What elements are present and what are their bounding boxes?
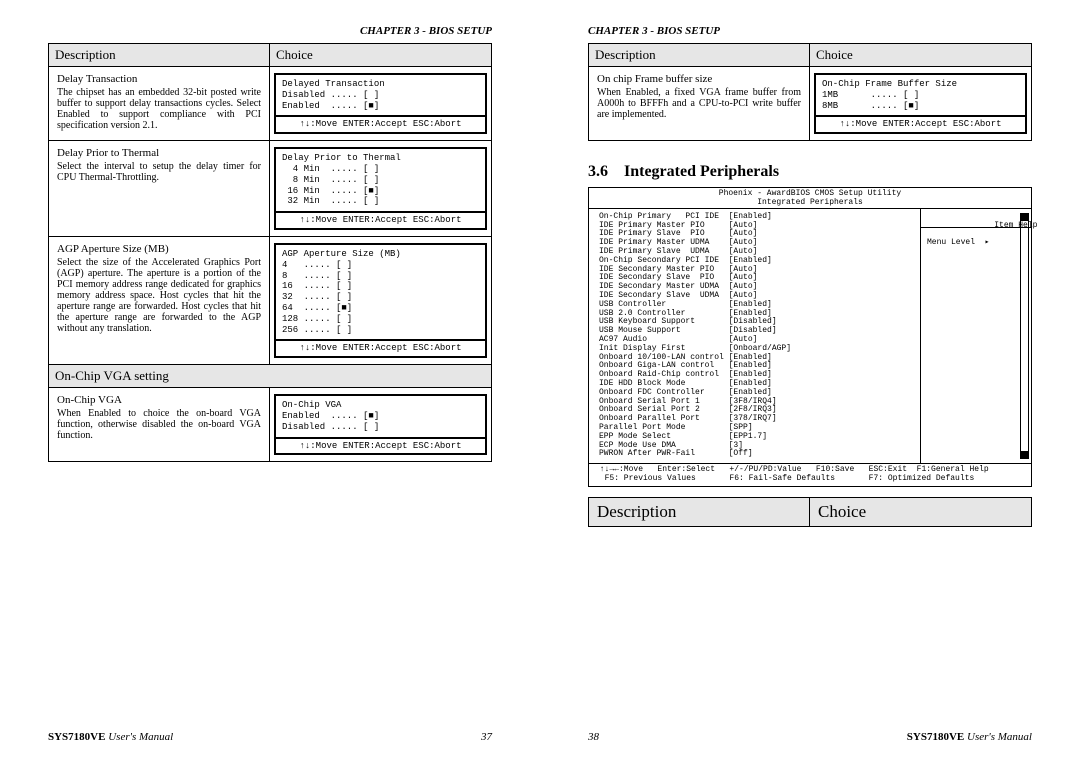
row-title: Delay Transaction bbox=[57, 73, 261, 85]
cmos-setup-screen: Phoenix - AwardBIOS CMOS Setup Utility I… bbox=[588, 187, 1032, 487]
bios-footer: ↑↓:Move ENTER:Accept ESC:Abort bbox=[816, 115, 1025, 132]
bios-footer: ↑↓:Move ENTER:Accept ESC:Abort bbox=[276, 115, 485, 132]
bios-box-delay-transaction: Delayed Transaction Disabled ..... [ ] E… bbox=[274, 73, 487, 134]
chapter-header: CHAPTER 3 - BIOS SETUP bbox=[48, 25, 492, 37]
col-choice: Choice bbox=[810, 498, 1031, 526]
row-body: Select the size of the Accelerated Graph… bbox=[57, 257, 261, 334]
row-body: When Enabled to choice the on-board VGA … bbox=[57, 408, 261, 441]
cmos-key-legend: ↑↓→←:Move Enter:Select +/-/PU/PD:Value F… bbox=[589, 463, 1031, 486]
col-choice: Choice bbox=[810, 44, 1031, 66]
cmos-help-pane: Item Help Menu Level ▸ bbox=[921, 209, 1031, 463]
row-title: On-Chip VGA bbox=[57, 394, 261, 406]
page-number: 37 bbox=[481, 731, 492, 743]
row-body: The chipset has an embedded 32-bit poste… bbox=[57, 87, 261, 131]
col-description: Description bbox=[589, 498, 810, 526]
big-table-header: Description Choice bbox=[588, 497, 1032, 527]
row-title: On chip Frame buffer size bbox=[597, 73, 801, 85]
row-delay-prior-thermal: Delay Prior to Thermal Select the interv… bbox=[48, 141, 492, 237]
page-number: 38 bbox=[588, 731, 599, 743]
page-content: Description Choice Delay Transaction The… bbox=[48, 43, 492, 731]
row-delay-transaction: Delay Transaction The chipset has an emb… bbox=[48, 67, 492, 141]
chapter-header: CHAPTER 3 - BIOS SETUP bbox=[588, 25, 1032, 37]
bios-box-onchip-vga: On-Chip VGA Enabled ..... [■] Disabled .… bbox=[274, 394, 487, 455]
row-body: When Enabled, a fixed VGA frame buffer f… bbox=[597, 87, 801, 120]
row-title: AGP Aperture Size (MB) bbox=[57, 243, 261, 255]
bios-box-frame-buffer: On-Chip Frame Buffer Size 1MB ..... [ ] … bbox=[814, 73, 1027, 134]
col-choice: Choice bbox=[270, 44, 491, 66]
scrollbar-icon bbox=[1020, 213, 1029, 459]
page-footer: SYS7180VE User's Manual 37 bbox=[48, 731, 492, 743]
bios-footer: ↑↓:Move ENTER:Accept ESC:Abort bbox=[276, 437, 485, 454]
table-header: Description Choice bbox=[48, 43, 492, 67]
page-38: CHAPTER 3 - BIOS SETUP Description Choic… bbox=[540, 0, 1080, 763]
col-description: Description bbox=[49, 44, 270, 66]
table-header: Description Choice bbox=[588, 43, 1032, 67]
bios-box-agp-aperture: AGP Aperture Size (MB) 4 ..... [ ] 8 ...… bbox=[274, 243, 487, 358]
row-body: Select the interval to setup the delay t… bbox=[57, 161, 261, 183]
col-description: Description bbox=[589, 44, 810, 66]
page-footer: 38 SYS7180VE User's Manual bbox=[588, 731, 1032, 743]
cmos-settings-list: On-Chip Primary PCI IDE [Enabled] IDE Pr… bbox=[589, 209, 921, 463]
page-content: Description Choice On chip Frame buffer … bbox=[588, 43, 1032, 731]
section-3-6-title: 3.6Integrated Peripherals bbox=[588, 163, 1032, 181]
manual-name: SYS7180VE User's Manual bbox=[48, 731, 173, 743]
cmos-title: Phoenix - AwardBIOS CMOS Setup Utility I… bbox=[589, 188, 1031, 208]
bios-box-delay-thermal: Delay Prior to Thermal 4 Min ..... [ ] 8… bbox=[274, 147, 487, 230]
row-title: Delay Prior to Thermal bbox=[57, 147, 261, 159]
row-agp-aperture: AGP Aperture Size (MB) Select the size o… bbox=[48, 237, 492, 365]
bios-footer: ↑↓:Move ENTER:Accept ESC:Abort bbox=[276, 339, 485, 356]
page-37: CHAPTER 3 - BIOS SETUP Description Choic… bbox=[0, 0, 540, 763]
row-onchip-vga: On-Chip VGA When Enabled to choice the o… bbox=[48, 388, 492, 462]
bios-footer: ↑↓:Move ENTER:Accept ESC:Abort bbox=[276, 211, 485, 228]
subheader-onchip-vga: On-Chip VGA setting bbox=[48, 365, 492, 388]
manual-name: SYS7180VE User's Manual bbox=[907, 731, 1032, 743]
row-frame-buffer: On chip Frame buffer size When Enabled, … bbox=[588, 67, 1032, 141]
